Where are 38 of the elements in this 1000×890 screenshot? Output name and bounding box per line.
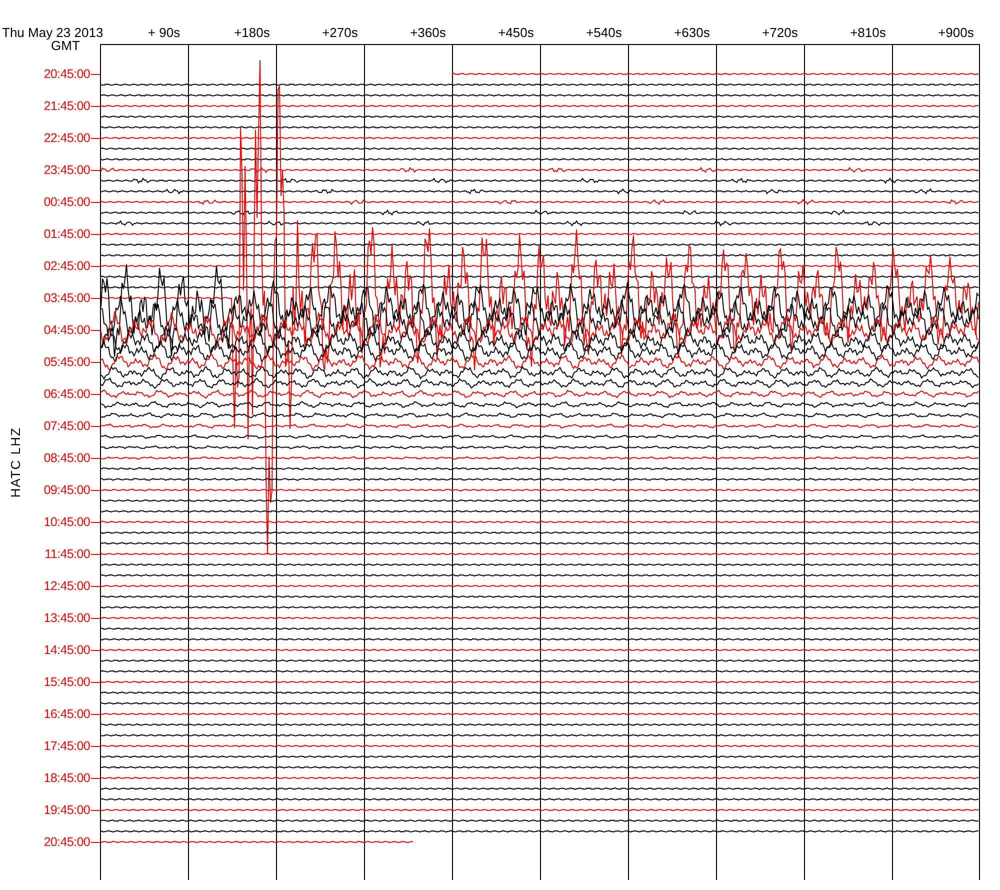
- hour-label: 11:45:00: [44, 547, 90, 561]
- hour-label: 15:45:00: [44, 675, 90, 689]
- hour-label: 18:45:00: [44, 771, 90, 785]
- hour-label: 09:45:00: [44, 483, 90, 497]
- time-offset-label: +720s: [761, 26, 799, 40]
- time-offset-label: +360s: [409, 26, 447, 40]
- hour-label: 23:45:00: [44, 163, 90, 177]
- hour-label: 05:45:00: [44, 355, 90, 369]
- hour-label: 02:45:00: [44, 259, 90, 273]
- time-offset-label: +450s: [497, 26, 535, 40]
- time-offset-label: +810s: [849, 26, 887, 40]
- time-offset-label: + 90s: [146, 26, 182, 40]
- hour-label: 14:45:00: [44, 643, 90, 657]
- station-label: HATC LHZ: [8, 426, 22, 498]
- time-offset-label: +900s: [937, 26, 975, 40]
- hour-label: 01:45:00: [44, 227, 90, 241]
- hour-label: 06:45:00: [44, 387, 90, 401]
- hour-label: 04:45:00: [44, 323, 90, 337]
- time-offset-label: +540s: [585, 26, 623, 40]
- hour-label: 13:45:00: [44, 611, 90, 625]
- hour-label: 00:45:00: [44, 195, 90, 209]
- time-offset-label: +180s: [233, 26, 271, 40]
- hour-label: 20:45:00: [44, 67, 90, 81]
- date-label: Thu May 23 2013: [2, 26, 104, 40]
- hour-label: 20:45:00: [44, 835, 90, 849]
- time-offset-label: +630s: [673, 26, 711, 40]
- hour-label: 03:45:00: [44, 291, 90, 305]
- hour-label: 12:45:00: [44, 579, 90, 593]
- hour-label: 19:45:00: [44, 803, 90, 817]
- time-offset-label: +270s: [321, 26, 359, 40]
- hour-label: 10:45:00: [44, 515, 90, 529]
- hour-label: 08:45:00: [44, 451, 90, 465]
- hour-label: 21:45:00: [44, 99, 90, 113]
- hour-label: 07:45:00: [44, 419, 90, 433]
- timezone-label: GMT: [51, 40, 81, 52]
- hour-label: 22:45:00: [44, 131, 90, 145]
- hour-label: 16:45:00: [44, 707, 90, 721]
- hour-label: 17:45:00: [44, 739, 90, 753]
